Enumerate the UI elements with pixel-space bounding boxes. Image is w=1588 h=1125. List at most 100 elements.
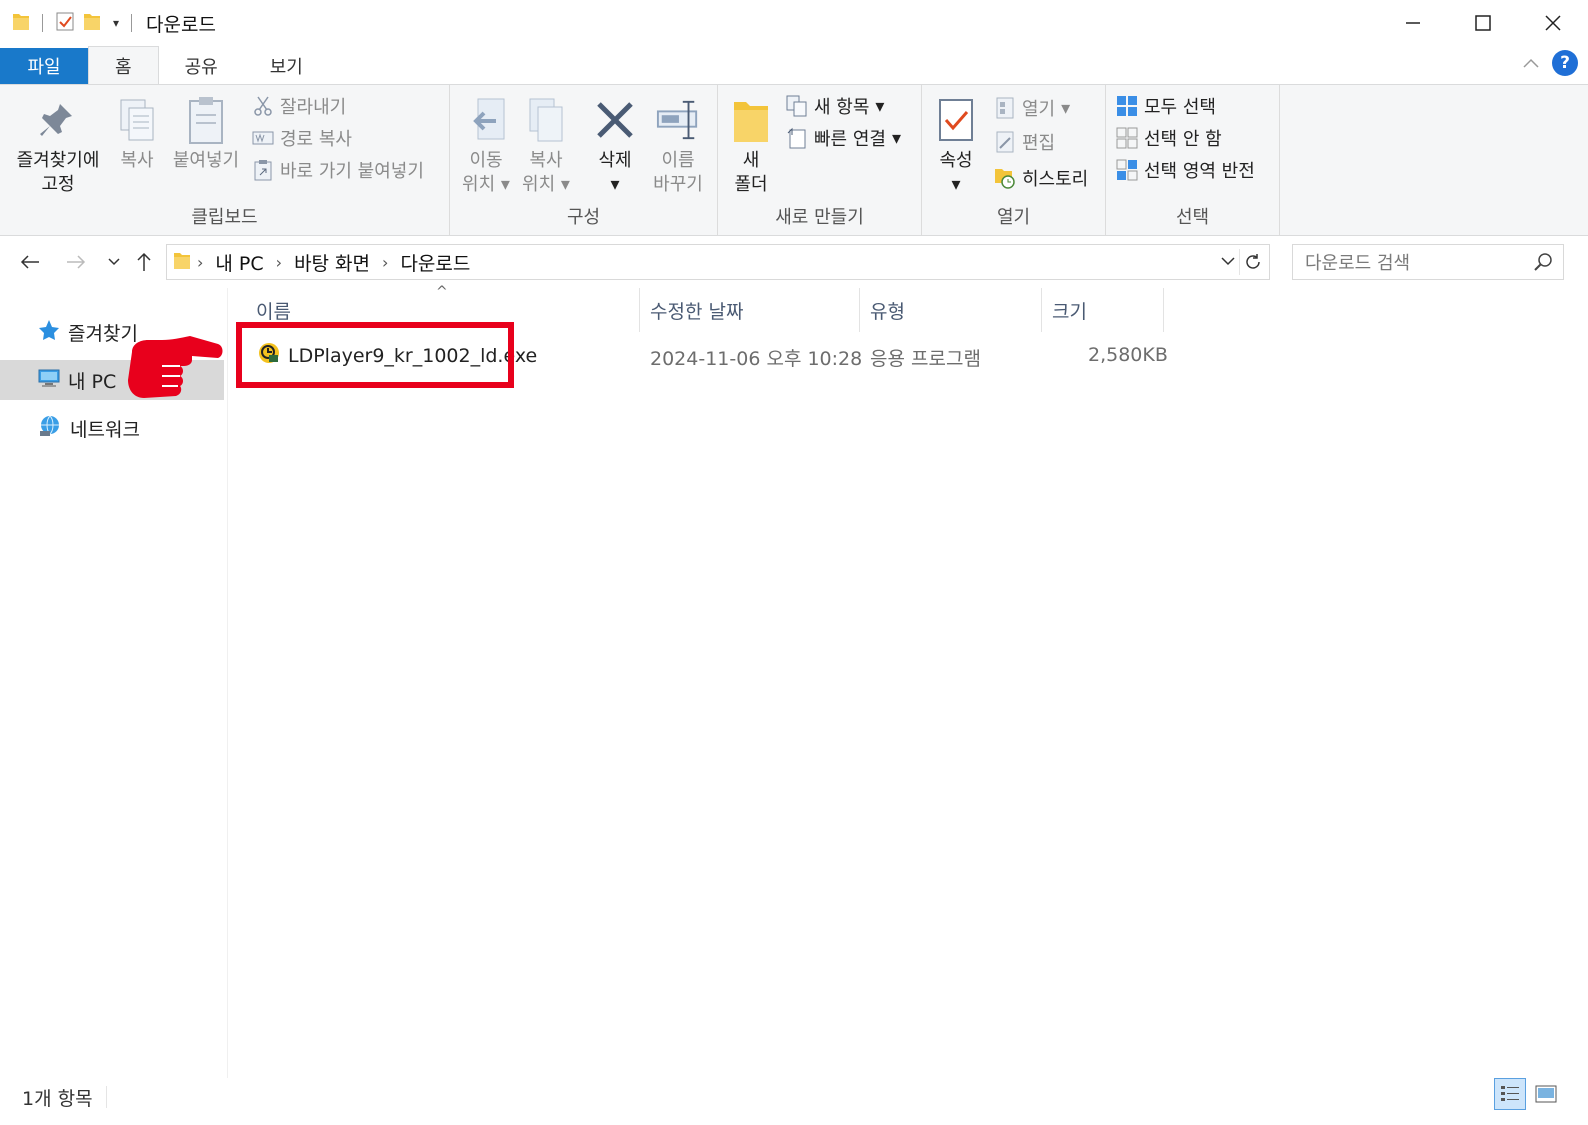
easy-access-button[interactable]: 빠른 연결 ▾ [786,123,901,153]
breadcrumb-chevron-icon[interactable]: › [197,253,203,272]
paste-button[interactable]: 붙여넣기 [168,93,244,173]
nav-network[interactable]: 네트워크 [0,408,224,448]
nav-network-label: 네트워크 [70,418,140,441]
breadcrumb-downloads[interactable]: 다운로드 [400,249,470,276]
organize-group: 이동 위치 ▾ 복사 위치 ▾ 삭제 ▾ 이름 바꾸기 구성 [450,85,718,235]
tab-view[interactable]: 보기 [244,48,329,84]
copy-path-icon [252,127,274,149]
rename-label-1: 이름 [661,150,695,171]
column-header-size[interactable]: 크기 [1042,288,1164,332]
select-none-button[interactable]: 선택 안 함 [1116,123,1222,153]
copy-to-label-2: 위치 ▾ [522,174,570,195]
scissors-icon [252,95,274,117]
copy-to-label-1: 복사 [529,150,563,171]
details-view-button[interactable] [1494,1078,1526,1110]
close-button[interactable] [1518,0,1588,46]
history-button[interactable]: 히스토리 [994,163,1088,193]
select-none-label: 선택 안 함 [1144,129,1222,150]
copy-path-button[interactable]: 경로 복사 [252,123,352,153]
breadcrumb-chevron-icon[interactable]: › [276,253,282,272]
up-button[interactable] [130,248,158,276]
paste-shortcut-icon [252,159,274,181]
pin-label-1: 즐겨찾기에 [16,150,100,171]
maximize-button[interactable] [1448,0,1518,46]
invert-selection-button[interactable]: 선택 영역 반전 [1116,155,1255,185]
large-icons-view-icon [1535,1085,1557,1103]
divider [106,1086,107,1108]
new-folder-label-2: 폴더 [734,174,768,195]
tab-home[interactable]: 홈 [88,46,159,84]
breadcrumb-chevron-icon[interactable]: › [382,253,388,272]
new-folder-icon[interactable] [83,11,101,36]
up-arrow-icon [137,252,151,271]
help-button[interactable]: ? [1552,50,1578,76]
copy-to-icon [524,93,568,147]
delete-button[interactable]: 삭제 ▾ [590,93,640,197]
tab-file[interactable]: 파일 [0,48,88,84]
back-button[interactable] [16,248,44,276]
edit-label: 편집 [1022,133,1056,154]
new-item-button[interactable]: 새 항목 ▾ [786,91,884,121]
address-history-dropdown[interactable] [1221,251,1235,270]
cut-label: 잘라내기 [280,97,347,118]
breadcrumb-my-pc[interactable]: 내 PC [215,249,263,276]
properties-button[interactable]: 속성 ▾ [932,93,980,197]
select-all-label: 모두 선택 [1144,97,1216,118]
delete-dropdown[interactable]: ▾ [610,173,619,197]
item-count: 1개 항목 [22,1088,93,1110]
address-bar[interactable]: › 내 PC › 바탕 화면 › 다운로드 [166,244,1270,280]
delete-x-icon [593,93,637,147]
folder-icon [12,11,30,36]
properties-label: 속성 [939,150,973,171]
select-all-button[interactable]: 모두 선택 [1116,91,1216,121]
clipboard-group-label: 클립보드 [191,207,258,228]
network-icon [38,415,62,442]
move-to-label-2: 위치 ▾ [462,174,510,195]
move-to-button[interactable]: 이동 위치 ▾ [458,93,514,197]
new-folder-button[interactable]: 새 폴더 [728,93,774,197]
forward-button[interactable] [62,248,90,276]
invert-selection-icon [1116,159,1138,181]
properties-check-icon[interactable] [55,10,75,37]
title-bar: ▾ 다운로드 [0,0,1588,46]
organize-group-label: 구성 [566,207,601,228]
column-header-date[interactable]: 수정한 날짜 [640,288,860,332]
refresh-button[interactable] [1239,249,1265,275]
search-input[interactable]: 다운로드 검색 [1292,244,1564,280]
new-item-label: 새 항목 [814,97,870,118]
recent-locations-button[interactable] [100,248,128,276]
address-row: › 내 PC › 바탕 화면 › 다운로드 다운로드 검색 [0,240,1588,284]
paste-shortcut-label: 바로 가기 붙여넣기 [280,161,424,182]
column-size-label: 크기 [1052,300,1087,323]
select-group: 모두 선택 선택 안 함 선택 영역 반전 선택 [1106,85,1280,235]
computer-icon [38,368,60,393]
open-button[interactable]: 열기 ▾ [994,93,1070,123]
paste-shortcut-button[interactable]: 바로 가기 붙여넣기 [252,155,424,185]
copy-to-button[interactable]: 복사 위치 ▾ [518,93,574,197]
column-header-type[interactable]: 유형 [860,288,1042,332]
clipboard-icon [184,93,228,147]
collapse-ribbon-icon[interactable] [1522,53,1540,74]
large-icons-view-button[interactable] [1530,1078,1562,1110]
navigation-pane: 즐겨찾기 내 PC 네트워크 [0,288,228,1078]
copy-button[interactable]: 복사 [112,93,162,173]
cut-button[interactable]: 잘라내기 [252,91,346,121]
rename-button[interactable]: 이름 바꾸기 [646,93,710,197]
tab-share[interactable]: 공유 [159,48,244,84]
properties-dropdown[interactable]: ▾ [951,173,960,197]
new-item-dropdown-icon: ▾ [875,95,885,117]
file-type-cell: 응용 프로그램 [870,348,981,370]
easy-access-dropdown-icon: ▾ [891,127,902,149]
open-label: 열기 [1022,99,1056,120]
column-name-label: 이름 [256,300,291,323]
minimize-button[interactable] [1378,0,1448,46]
edit-button[interactable]: 편집 [994,127,1055,157]
copy-label: 복사 [120,150,154,171]
customize-qat-dropdown[interactable]: ▾ [113,16,119,30]
select-none-icon [1116,127,1138,149]
pin-to-quick-access-button[interactable]: 즐겨찾기에 고정 [10,93,106,197]
file-size-cell: 2,580KB [1088,344,1168,366]
pin-label-2: 고정 [41,174,75,195]
forward-arrow-icon [67,255,86,269]
breadcrumb-desktop[interactable]: 바탕 화면 [294,249,370,276]
